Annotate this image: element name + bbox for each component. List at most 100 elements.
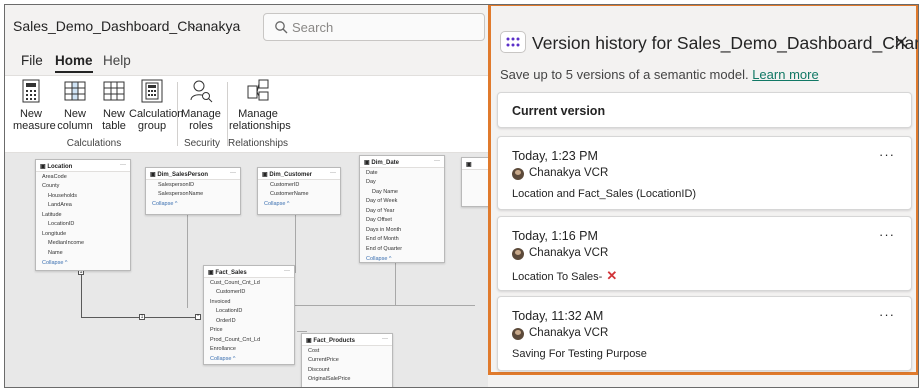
version-time: Today, 1:23 PM bbox=[512, 149, 598, 163]
more-options-button[interactable]: ··· bbox=[879, 307, 895, 322]
field: Day bbox=[366, 179, 376, 185]
close-icon[interactable] bbox=[894, 35, 908, 49]
new-column-line2: column bbox=[57, 120, 93, 132]
table-card-fact-sales[interactable]: ▣ Fact_Sales ··· Cust_Count_Cnt_Ld Custom… bbox=[203, 265, 295, 365]
menu-home[interactable]: Home bbox=[55, 53, 93, 68]
user-search-icon bbox=[190, 80, 213, 103]
table-card-location[interactable]: ▣ Location ··· AreaCode County Households… bbox=[35, 159, 131, 271]
field: MedianIncome bbox=[48, 240, 85, 246]
collapse-link[interactable]: Collapse ^ bbox=[360, 254, 444, 264]
manage-relationships-button[interactable]: Manage relationships bbox=[229, 78, 291, 132]
relationship-line bbox=[297, 331, 307, 332]
field: OriginalSalePrice bbox=[308, 376, 351, 382]
field: LocationID bbox=[216, 308, 243, 314]
collapse-link[interactable]: Collapse ^ bbox=[146, 199, 240, 209]
search-placeholder: Search bbox=[292, 20, 334, 35]
manage-roles-button[interactable]: Manage roles bbox=[181, 78, 221, 132]
menu-bar: File Home Help bbox=[5, 47, 488, 75]
relationship-line bbox=[187, 213, 188, 308]
field: AreaCode bbox=[42, 173, 67, 180]
group-label-relationships: Relationships bbox=[227, 138, 289, 149]
version-time: Today, 11:32 AM bbox=[512, 309, 604, 323]
table-card-salesperson[interactable]: ▣ Dim_SalesPerson ··· SalespersonID Sales… bbox=[145, 167, 241, 215]
version-author: Chanakya VCR bbox=[529, 167, 609, 179]
manage-relationships-line2: relationships bbox=[229, 120, 291, 132]
version-card[interactable]: Today, 1:16 PM ··· Chanakya VCR Location… bbox=[497, 216, 912, 291]
app-title[interactable]: Sales_Demo_Dashboard_Chanakya bbox=[13, 18, 240, 34]
field: Day of Year bbox=[366, 207, 395, 214]
table-header: ▣ Fact_Sales ··· bbox=[204, 266, 294, 278]
collapse-link[interactable]: Collapse ^ bbox=[36, 258, 130, 268]
panel-subtitle-text: Save up to 5 versions of a semantic mode… bbox=[500, 67, 749, 82]
version-time: Today, 1:16 PM bbox=[512, 229, 598, 243]
table-header: ▣ bbox=[462, 158, 488, 170]
new-table-line1: New bbox=[102, 108, 125, 120]
field: Days in Month bbox=[366, 226, 402, 233]
table-card-customer[interactable]: ▣ Dim_Customer ··· CustomerID CustomerNam… bbox=[257, 167, 341, 215]
relationship-line bbox=[295, 305, 475, 306]
field: Date bbox=[366, 169, 378, 176]
menu-file[interactable]: File bbox=[21, 53, 43, 68]
table-card-fact-products[interactable]: ▣ Fact_Products ··· Cost CurrentPrice Dis… bbox=[301, 333, 393, 387]
relationship-line bbox=[395, 258, 396, 306]
new-table-button[interactable]: New table bbox=[99, 78, 129, 132]
collapse-link[interactable]: Collapse ^ bbox=[258, 199, 340, 209]
table-card-partial[interactable]: ▣ bbox=[461, 157, 488, 207]
panel-subtitle: Save up to 5 versions of a semantic mode… bbox=[500, 67, 819, 82]
field: Longitude bbox=[42, 230, 67, 237]
manage-relationships-line1: Manage bbox=[238, 108, 278, 120]
field: End of Month bbox=[366, 236, 399, 242]
collapse-link[interactable]: Collapse ^ bbox=[204, 354, 294, 364]
menu-help[interactable]: Help bbox=[103, 53, 131, 68]
panel-title: Version history for Sales_Demo_Dashboard… bbox=[532, 33, 919, 53]
new-table-line2: table bbox=[102, 120, 126, 132]
new-column-button[interactable]: New column bbox=[57, 78, 93, 132]
model-canvas[interactable]: 1 1 * ▣ Location ··· AreaCode County Hous… bbox=[5, 153, 488, 387]
field: CustomerID bbox=[216, 289, 246, 295]
field: LocationID bbox=[48, 221, 75, 227]
chevron-down-icon[interactable]: ⌄ bbox=[187, 17, 198, 33]
ribbon-divider bbox=[227, 82, 228, 146]
version-card[interactable]: Today, 1:23 PM ··· Chanakya VCR Location… bbox=[497, 136, 912, 210]
new-measure-button[interactable]: New measure bbox=[13, 78, 56, 132]
new-measure-line2: measure bbox=[13, 120, 56, 132]
field: Day Offset bbox=[366, 217, 392, 223]
current-version-card[interactable]: Current version bbox=[497, 92, 912, 128]
manage-roles-line1: Manage bbox=[181, 108, 221, 120]
field: Invoiced bbox=[210, 298, 231, 305]
field: Name bbox=[48, 249, 63, 256]
more-options-button[interactable]: ··· bbox=[879, 147, 895, 162]
learn-more-link[interactable]: Learn more bbox=[752, 67, 818, 82]
more-options-button[interactable]: ··· bbox=[879, 227, 895, 242]
field: Price bbox=[210, 327, 223, 333]
calculation-group-button[interactable]: Calculation group bbox=[129, 78, 183, 132]
search-input[interactable]: Search bbox=[263, 13, 485, 41]
field: Latitude bbox=[42, 211, 62, 218]
table-card-date[interactable]: ▣ Dim_Date ··· Date Day Day Name Day of W… bbox=[359, 155, 445, 263]
field: CurrentPrice bbox=[308, 357, 339, 363]
relationship-line bbox=[81, 271, 82, 317]
relationship-cardinality-one: 1 bbox=[139, 314, 145, 320]
manage-roles-line2: roles bbox=[189, 120, 213, 132]
version-card[interactable]: Today, 11:32 AM ··· Chanakya VCR Saving … bbox=[497, 296, 912, 371]
field: County bbox=[42, 183, 60, 189]
version-author: Chanakya VCR bbox=[529, 327, 609, 339]
new-measure-line1: New bbox=[19, 108, 42, 120]
table-icon bbox=[103, 81, 125, 101]
field: Households bbox=[48, 192, 78, 199]
field: Enrollance bbox=[210, 346, 236, 352]
table-column-icon bbox=[64, 81, 86, 101]
field: LandArea bbox=[48, 202, 72, 208]
field: End of Quarter bbox=[366, 245, 403, 252]
field: Day of Week bbox=[366, 198, 398, 204]
avatar bbox=[512, 248, 524, 260]
calculation-group-line2: group bbox=[137, 120, 167, 132]
search-icon bbox=[275, 21, 288, 34]
relationship-line bbox=[295, 213, 296, 273]
calculation-group-icon bbox=[141, 79, 163, 103]
current-version-label: Current version bbox=[512, 104, 606, 118]
version-description-row: Location To Sales- ✕ bbox=[512, 268, 617, 284]
field: Prod_Count_Cnt_Ld bbox=[210, 336, 261, 343]
table-header: ▣ Dim_Date ··· bbox=[360, 156, 444, 168]
table-header: ▣ Dim_Customer ··· bbox=[258, 168, 340, 180]
